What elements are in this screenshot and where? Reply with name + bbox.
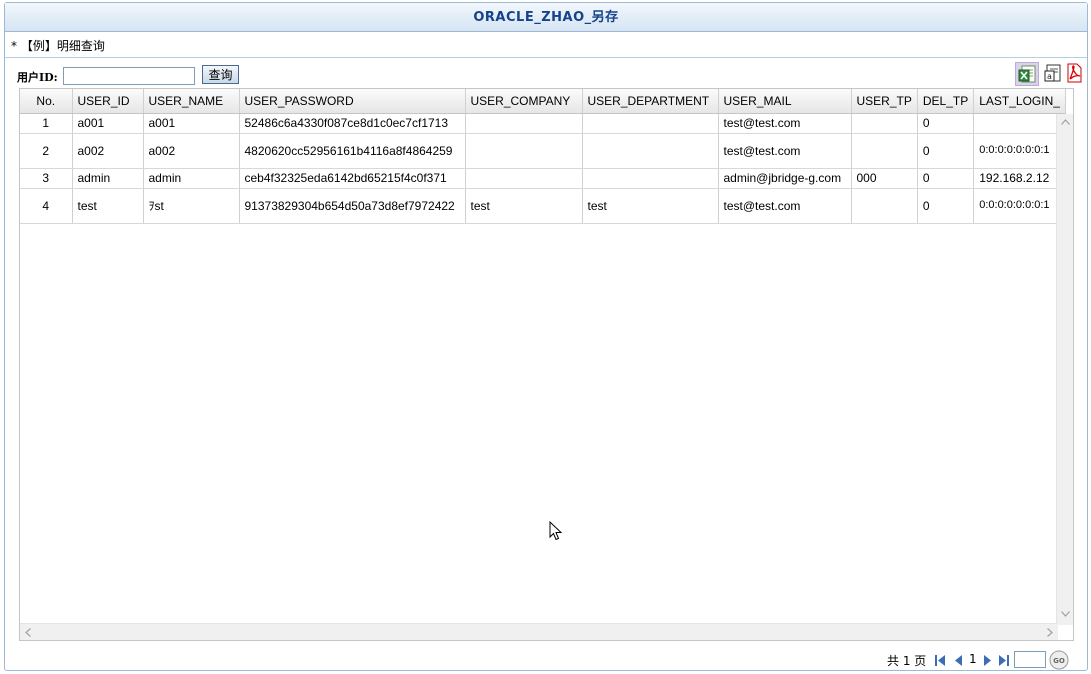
divider — [5, 57, 1087, 58]
mouse-pointer-icon — [549, 520, 563, 544]
cell-user-tp — [851, 113, 918, 134]
cell-user-id: a001 — [72, 113, 144, 134]
last-page-icon[interactable] — [998, 655, 1010, 666]
cell-last-login — [973, 113, 1066, 134]
column-header-user-department[interactable]: USER_DEPARTMENT — [582, 89, 719, 114]
report-window: ORACLE_ZHAO_另存 * 【例】明细查询 用户ID: 查询 a No. … — [4, 2, 1088, 671]
cell-user-tp: 000 — [851, 168, 918, 189]
window-title: ORACLE_ZHAO_另存 — [5, 3, 1087, 32]
cell-user-company — [465, 113, 583, 134]
vertical-scrollbar[interactable] — [1056, 114, 1073, 625]
table-header-row: No. USER_ID USER_NAME USER_PASSWORD USER… — [20, 89, 1066, 114]
next-page-icon[interactable] — [981, 655, 993, 666]
cell-user-mail: test@test.com — [718, 133, 852, 169]
cell-user-name: a001 — [143, 113, 240, 134]
column-header-user-tp[interactable]: USER_TP — [851, 89, 918, 114]
cell-no: 3 — [20, 168, 73, 189]
cell-user-id: test — [72, 188, 144, 224]
cell-user-name: a002 — [143, 133, 240, 169]
cell-del-tp: 0 — [917, 113, 975, 134]
cell-user-mail: test@test.com — [718, 188, 852, 224]
user-id-input[interactable] — [63, 67, 195, 85]
first-page-icon[interactable] — [935, 655, 947, 666]
search-button[interactable]: 查询 — [202, 65, 239, 84]
cell-user-name: admin — [143, 168, 240, 189]
table-row[interactable]: 2 a002 a002 4820620cc52956161b4116a8f486… — [20, 133, 1066, 169]
cell-user-mail: test@test.com — [718, 113, 852, 134]
table-row[interactable]: 4 test ｦst 91373829304b654d50a73d8ef7972… — [20, 188, 1066, 224]
horizontal-scrollbar[interactable] — [20, 623, 1058, 640]
go-label: GO — [1053, 657, 1065, 665]
column-header-user-id[interactable]: USER_ID — [72, 89, 144, 114]
cell-del-tp: 0 — [917, 168, 975, 189]
cell-user-password: 52486c6a4330f087ce8d1c0ec7cf1713 — [239, 113, 466, 134]
cell-no: 2 — [20, 133, 73, 169]
cell-last-login: 192.168.2.12 — [973, 168, 1066, 189]
cell-user-password: 4820620cc52956161b4116a8f4864259 — [239, 133, 466, 169]
data-table: No. USER_ID USER_NAME USER_PASSWORD USER… — [20, 89, 1066, 224]
excel-export-icon[interactable] — [1015, 62, 1039, 86]
cell-last-login: 0:0:0:0:0:0:0:1 — [973, 133, 1066, 169]
cell-user-id: a002 — [72, 133, 144, 169]
cell-user-password: 91373829304b654d50a73d8ef7972422 — [239, 188, 466, 224]
cell-user-department — [582, 133, 719, 169]
breadcrumb: * 【例】明细查询 — [11, 39, 105, 53]
column-header-user-name[interactable]: USER_NAME — [143, 89, 240, 114]
page-jump-input[interactable] — [1014, 651, 1046, 668]
cell-user-tp — [851, 188, 918, 224]
current-page-number: 1 — [969, 652, 977, 666]
svg-text:a: a — [1047, 72, 1052, 81]
column-header-no[interactable]: No. — [20, 89, 73, 114]
pagination-bar: 共 1 页 1 GO — [5, 648, 1087, 670]
cell-user-name: ｦst — [143, 188, 240, 224]
scroll-up-icon[interactable] — [1061, 119, 1070, 128]
cell-user-company: test — [465, 188, 583, 224]
scroll-right-icon[interactable] — [1047, 628, 1053, 640]
cell-user-tp — [851, 133, 918, 169]
cell-del-tp: 0 — [917, 188, 975, 224]
cell-user-company — [465, 133, 583, 169]
cell-last-login: 0:0:0:0:0:0:0:1 — [973, 188, 1066, 224]
column-header-user-mail[interactable]: USER_MAIL — [718, 89, 852, 114]
previous-page-icon[interactable] — [953, 655, 965, 666]
cell-del-tp: 0 — [917, 133, 975, 169]
column-header-last-login[interactable]: LAST_LOGIN_ — [973, 89, 1066, 114]
column-header-user-password[interactable]: USER_PASSWORD — [239, 89, 466, 114]
table-row[interactable]: 3 admin admin ceb4f32325eda6142bd65215f4… — [20, 168, 1066, 189]
page-count: 共 1 页 — [887, 654, 927, 668]
cell-user-password: ceb4f32325eda6142bd65215f4c0f371 — [239, 168, 466, 189]
scroll-left-icon[interactable] — [25, 628, 31, 640]
data-grid: No. USER_ID USER_NAME USER_PASSWORD USER… — [19, 88, 1074, 641]
cell-no: 1 — [20, 113, 73, 134]
pdf-export-icon[interactable] — [1063, 62, 1087, 86]
cell-user-department — [582, 113, 719, 134]
cell-no: 4 — [20, 188, 73, 224]
user-id-label: 用户ID: — [17, 71, 58, 84]
column-header-del-tp[interactable]: DEL_TP — [917, 89, 975, 114]
cell-user-department: test — [582, 188, 719, 224]
column-header-user-company[interactable]: USER_COMPANY — [465, 89, 583, 114]
table-row[interactable]: 1 a001 a001 52486c6a4330f087ce8d1c0ec7cf… — [20, 113, 1066, 134]
scroll-down-icon[interactable] — [1061, 611, 1070, 620]
cell-user-company — [465, 168, 583, 189]
cell-user-id: admin — [72, 168, 144, 189]
cell-user-department — [582, 168, 719, 189]
go-button[interactable]: GO — [1049, 650, 1069, 670]
cell-user-mail: admin@jbridge-g.com — [718, 168, 852, 189]
